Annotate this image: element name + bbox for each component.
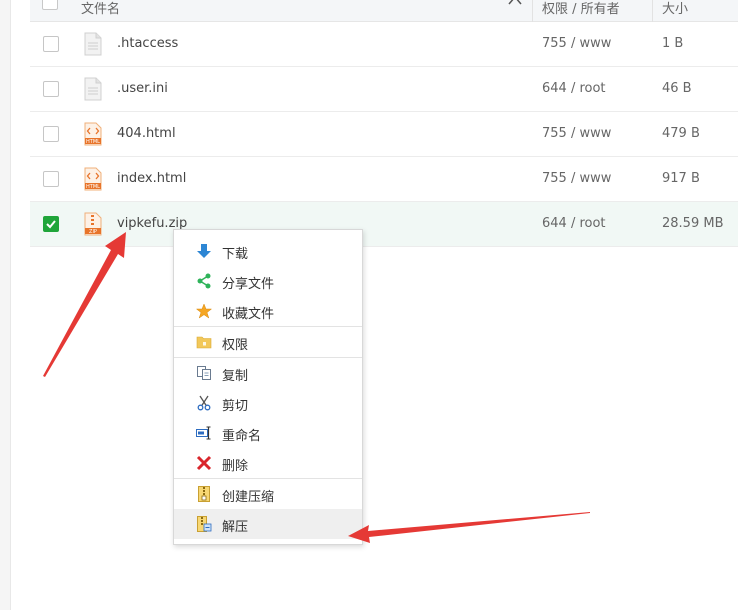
annotation-arrow-to-extract bbox=[348, 512, 590, 543]
annotation-arrow-to-file bbox=[43, 232, 126, 377]
annotation-arrows bbox=[43, 232, 590, 543]
